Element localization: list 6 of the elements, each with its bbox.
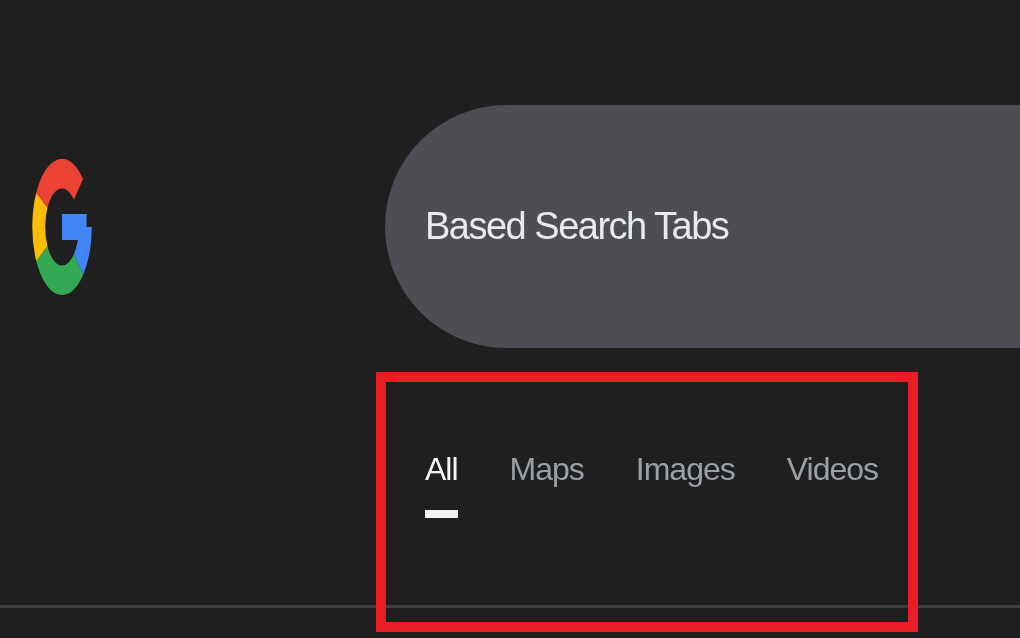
search-tab[interactable]: Images: [635, 451, 735, 518]
selected-underline: [425, 510, 458, 518]
search-tab[interactable]: All: [425, 451, 458, 518]
search-field[interactable]: Based Search Tabs: [385, 105, 1020, 348]
search-tab[interactable]: Videos: [786, 451, 878, 518]
search-tab[interactable]: Maps: [509, 451, 584, 518]
